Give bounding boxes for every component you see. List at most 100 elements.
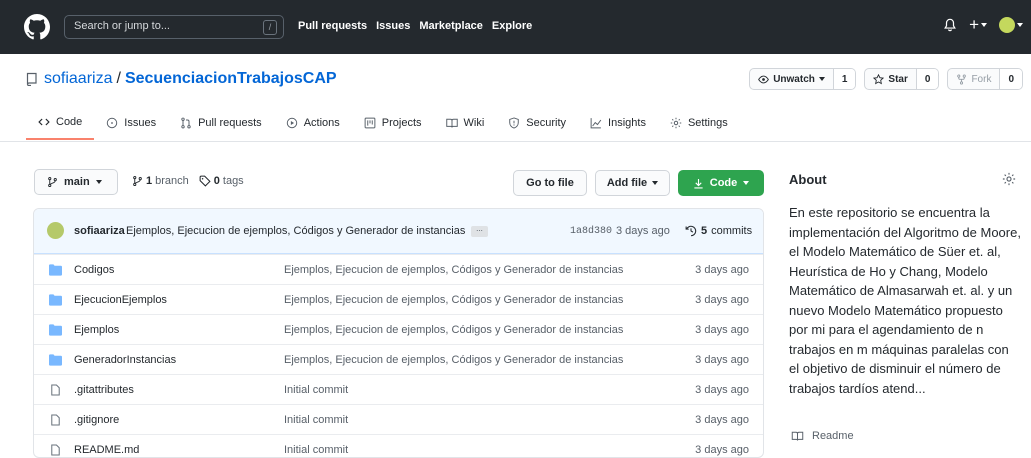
star-label: Star (888, 73, 908, 85)
file-name-link[interactable]: EjecucionEjemplos (74, 294, 167, 306)
branch-name: main (64, 176, 90, 188)
branch-meta: 1 branch 0 tags (132, 175, 244, 187)
file-age: 3 days ago (695, 414, 749, 426)
table-row[interactable]: EjecucionEjemplos Ejemplos, Ejecucion de… (34, 284, 763, 314)
repo-actions: Unwatch 1 Star 0 Fork 0 (749, 68, 1023, 90)
file-name-link[interactable]: .gitignore (74, 414, 119, 426)
tab-settings[interactable]: Settings (658, 106, 740, 140)
repo-title: sofiaariza / SecuenciacionTrabajosCAP (26, 70, 337, 88)
commits-link[interactable]: 5 commits (685, 225, 752, 237)
commit-time: 3 days ago (616, 225, 670, 237)
nav-explore[interactable]: Explore (492, 20, 532, 32)
branch-count: 1 (146, 175, 153, 187)
file-age: 3 days ago (695, 354, 749, 366)
nav-issues[interactable]: Issues (376, 20, 410, 32)
tab-pull-requests-label: Pull requests (198, 117, 262, 129)
user-menu-button[interactable] (999, 17, 1023, 33)
star-button[interactable]: Star (865, 69, 915, 89)
tags-link[interactable]: 0 tags (199, 175, 244, 187)
tab-security[interactable]: Security (496, 106, 578, 140)
table-row[interactable]: GeneradorInstancias Ejemplos, Ejecucion … (34, 344, 763, 374)
search-input[interactable]: Search or jump to... / (64, 15, 284, 39)
repo-name-link[interactable]: SecuenciacionTrabajosCAP (125, 70, 337, 88)
readme-link[interactable]: Readme (791, 430, 854, 442)
go-to-file-button[interactable]: Go to file (513, 170, 587, 196)
tab-insights[interactable]: Insights (578, 106, 658, 140)
avatar[interactable] (47, 222, 64, 239)
branch-selector-button[interactable]: main (34, 169, 118, 195)
nav-pull-requests[interactable]: Pull requests (298, 20, 367, 32)
table-row[interactable]: Ejemplos Ejemplos, Ejecucion de ejemplos… (34, 314, 763, 344)
expand-commit-button[interactable]: ... (471, 225, 488, 237)
tab-wiki-label: Wiki (463, 117, 485, 129)
file-commit-message-link[interactable]: Ejemplos, Ejecucion de ejemplos, Códigos… (284, 354, 623, 366)
chevron-down-icon (981, 23, 987, 27)
watch-count[interactable]: 1 (832, 69, 856, 89)
file-name-link[interactable]: README.md (74, 444, 139, 456)
chevron-down-icon (818, 77, 825, 81)
file-commit-message-link[interactable]: Initial commit (284, 384, 348, 396)
tab-insights-label: Insights (608, 117, 646, 129)
table-row[interactable]: Codigos Ejemplos, Ejecucion de ejemplos,… (34, 254, 763, 284)
global-nav: Pull requests Issues Marketplace Explore (298, 20, 532, 32)
file-name-link[interactable]: .gitattributes (74, 384, 134, 396)
nav-marketplace[interactable]: Marketplace (419, 20, 483, 32)
tab-pull-requests[interactable]: Pull requests (168, 106, 274, 140)
file-name-link[interactable]: Ejemplos (74, 324, 119, 336)
file-icon (51, 414, 60, 426)
file-commit-message-link[interactable]: Ejemplos, Ejecucion de ejemplos, Códigos… (284, 324, 623, 336)
code-icon (38, 118, 50, 126)
file-name-link[interactable]: Codigos (74, 264, 114, 276)
commit-message-link[interactable]: Ejemplos, Ejecucion de ejemplos, Códigos… (126, 225, 465, 237)
plus-icon: + (969, 15, 979, 34)
fork-button-group: Fork 0 (947, 68, 1023, 90)
search-shortcut-hint: / (263, 20, 277, 35)
table-row[interactable]: .gitignore Initial commit 3 days ago (34, 404, 763, 434)
tab-code[interactable]: Code (26, 106, 95, 140)
tag-icon (199, 175, 211, 187)
add-file-label: Add file (606, 177, 648, 189)
table-row[interactable]: README.md Initial commit 3 days ago (34, 434, 763, 457)
star-count[interactable]: 0 (915, 69, 939, 89)
tab-projects[interactable]: Projects (352, 106, 434, 140)
table-row[interactable]: .gitattributes Initial commit 3 days ago (34, 374, 763, 404)
add-file-button[interactable]: Add file (595, 170, 670, 196)
play-icon (286, 117, 297, 129)
file-icon (51, 444, 60, 456)
file-age: 3 days ago (695, 324, 749, 336)
history-icon (685, 225, 697, 237)
code-download-button[interactable]: Code (678, 170, 764, 196)
bell-icon[interactable] (943, 17, 957, 33)
file-age: 3 days ago (695, 444, 749, 456)
chevron-down-icon (652, 181, 659, 185)
unwatch-button[interactable]: Unwatch (750, 69, 833, 89)
tab-actions[interactable]: Actions (274, 106, 352, 140)
gear-icon (670, 117, 682, 129)
tag-word: tags (222, 175, 244, 187)
fork-label: Fork (971, 73, 992, 85)
file-icon (51, 384, 60, 396)
file-commit-message-link[interactable]: Ejemplos, Ejecucion de ejemplos, Códigos… (284, 264, 623, 276)
navbar-actions: + (943, 16, 1023, 34)
file-commit-message-link[interactable]: Initial commit (284, 444, 348, 456)
repo-owner-link[interactable]: sofiaariza (44, 70, 112, 88)
create-new-button[interactable]: + (969, 16, 987, 34)
fork-button[interactable]: Fork (948, 69, 999, 89)
code-button-label: Code (709, 177, 738, 189)
file-name-link[interactable]: GeneradorInstancias (74, 354, 176, 366)
commit-author-link[interactable]: sofiaariza (74, 225, 125, 237)
file-commit-message-link[interactable]: Initial commit (284, 414, 348, 426)
repo-icon (26, 72, 37, 86)
branches-link[interactable]: 1 branch (132, 175, 189, 187)
gear-icon[interactable] (1002, 172, 1016, 186)
readme-label: Readme (812, 430, 854, 442)
tab-wiki[interactable]: Wiki (434, 106, 497, 140)
repo-path-separator: / (116, 70, 121, 87)
fork-count[interactable]: 0 (999, 69, 1022, 89)
file-commit-message-link[interactable]: Ejemplos, Ejecucion de ejemplos, Códigos… (284, 294, 623, 306)
eye-icon (758, 75, 770, 83)
commit-sha-link[interactable]: 1a8d380 (570, 226, 612, 237)
github-logo-icon[interactable] (24, 14, 50, 40)
tab-issues[interactable]: Issues (94, 106, 168, 140)
commit-count-word: commits (711, 225, 753, 237)
